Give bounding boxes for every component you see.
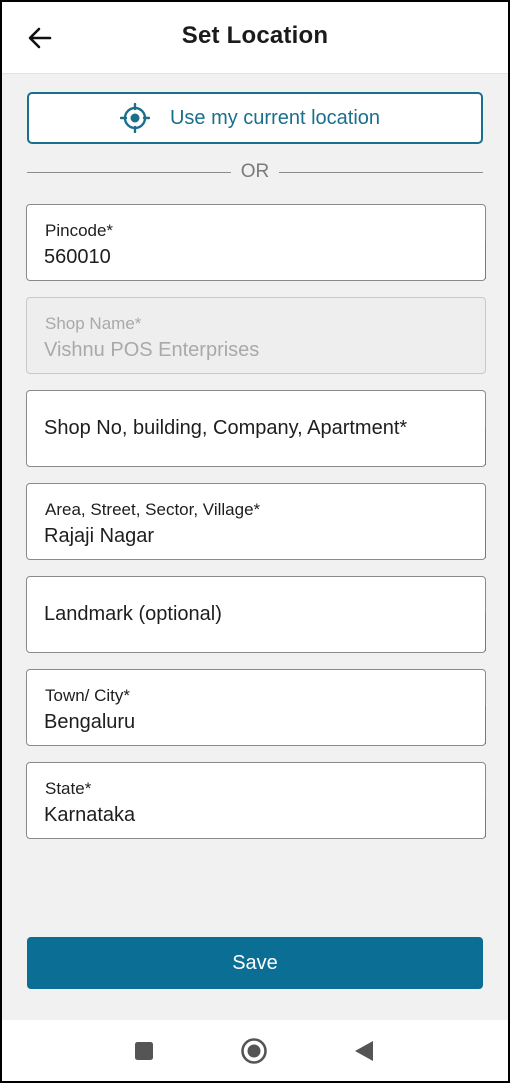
state-label: State* (45, 779, 92, 798)
field-edge (485, 613, 486, 651)
system-nav-bar (2, 1020, 508, 1081)
crosshair-icon (119, 103, 150, 133)
city-label: Town/ City* (45, 686, 131, 705)
use-current-location-label: Use my current location (169, 106, 381, 129)
landmark-field[interactable]: Landmark (optional) (26, 576, 486, 653)
pincode-label: Pincode* (45, 221, 114, 240)
circle-icon (240, 1037, 268, 1065)
area-value: Rajaji Nagar (44, 525, 155, 547)
state-field[interactable]: State* Karnataka (26, 762, 486, 839)
app-bar: Set Location (2, 2, 508, 74)
shop-no-field[interactable]: Shop No, building, Company, Apartment* (26, 390, 486, 467)
city-value: Bengaluru (44, 711, 136, 733)
city-field[interactable]: Town/ City* Bengaluru (26, 669, 486, 746)
field-edge (485, 520, 486, 558)
shop-name-value: Vishnu POS Enterprises (44, 339, 260, 361)
state-value: Karnataka (44, 804, 136, 826)
area-field[interactable]: Area, Street, Sector, Village* Rajaji Na… (26, 483, 486, 560)
save-button[interactable]: Save (27, 937, 483, 989)
landmark-placeholder: Landmark (optional) (44, 603, 222, 625)
page-title: Set Location (181, 22, 329, 49)
pincode-value: 560010 (44, 246, 111, 268)
system-back-button[interactable] (334, 1020, 394, 1081)
field-edge (485, 799, 486, 837)
square-icon (134, 1041, 154, 1061)
or-divider: OR (27, 160, 483, 184)
or-text: OR (240, 161, 270, 182)
divider-line-right (279, 171, 483, 173)
app-screen: Set Location Use my current location OR … (0, 0, 510, 1083)
triangle-back-icon (353, 1039, 375, 1063)
home-button[interactable] (224, 1020, 284, 1081)
use-current-location-button[interactable]: Use my current location (27, 92, 483, 144)
field-edge (485, 427, 486, 465)
divider-line-left (27, 171, 231, 173)
field-edge (485, 241, 486, 279)
recents-button[interactable] (114, 1020, 174, 1081)
shop-name-label: Shop Name* (45, 314, 142, 333)
area-label: Area, Street, Sector, Village* (45, 500, 261, 519)
shop-name-field: Shop Name* Vishnu POS Enterprises (26, 297, 486, 374)
pincode-field[interactable]: Pincode* 560010 (26, 204, 486, 281)
shop-no-placeholder: Shop No, building, Company, Apartment* (44, 417, 408, 439)
field-edge (485, 706, 486, 744)
